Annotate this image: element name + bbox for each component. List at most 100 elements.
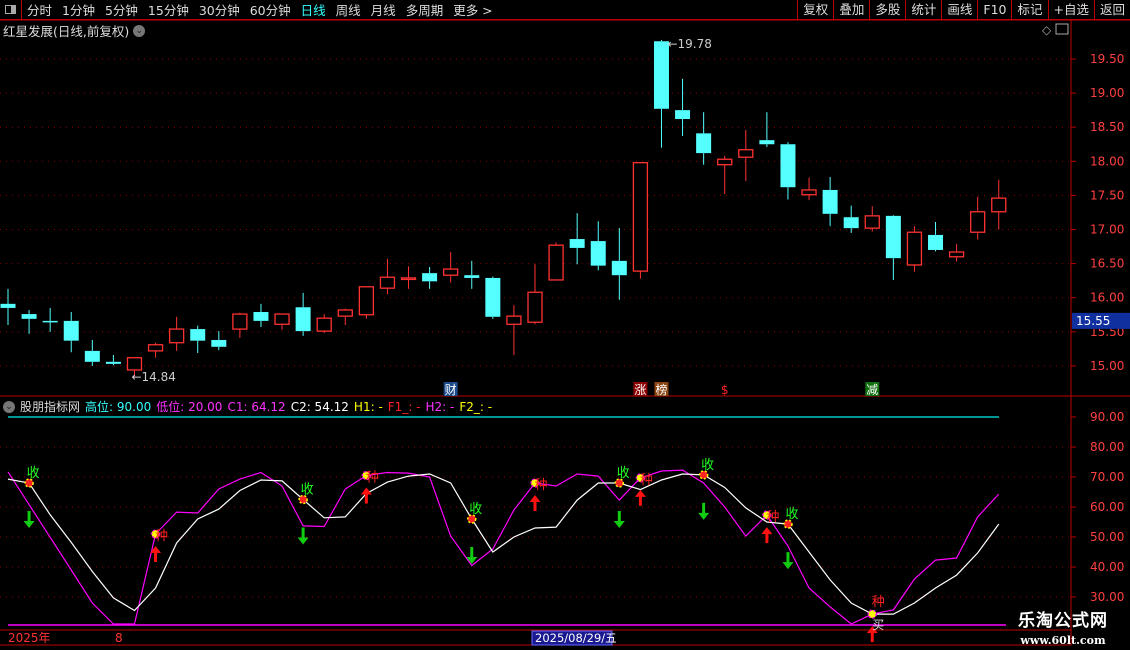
price-tick-label: 17.00 [1090,223,1124,237]
indicator-tick-label: 90.00 [1090,410,1124,424]
candle-body-down [105,361,121,364]
indicator-tick-label: 60.00 [1090,500,1124,514]
candle-body-down [822,189,838,214]
arrow-down-icon [297,527,309,545]
candle-body-down [611,260,627,276]
candle-body-down [422,273,438,282]
candle-body-down [295,307,311,332]
candle-body-down [42,320,58,323]
candle-body-up [801,189,817,196]
candle-body-up [232,313,248,330]
price-tick-label: 16.50 [1090,257,1124,271]
candle-body-down [569,239,585,248]
buy-signal-label: 种 [872,595,885,610]
indicator-tick-label: 70.00 [1090,470,1124,484]
candle-body-up [274,313,290,325]
indicator-tick-label: 50.00 [1090,530,1124,544]
candle-body-up [991,197,1007,213]
event-marker: 减 [866,383,878,397]
candle-body-up [970,211,986,233]
buy-signal-label: 种 [766,510,779,525]
event-marker: 榜 [655,382,667,397]
chart-canvas[interactable]: 19.50 19.00 18.50 18.00 17.50 17.00 16.50 16.00… [0,0,1130,650]
candle-body-down [759,140,775,145]
time-cursor-label: 2025/08/29/五 [535,631,617,645]
c1-line [7,469,1000,625]
event-marker: 涨 [634,382,646,397]
sell-signal-label: 收 [469,502,482,517]
price-tick-label: 18.50 [1090,120,1124,134]
candle-body-up [738,149,754,158]
arrow-down-icon [613,511,625,528]
time-axis-year: 2025年 [8,631,51,645]
candle-body-up [717,158,733,166]
low-price-annotation: ←14.84 [131,370,175,384]
candle-body-down [780,144,796,188]
candle-body-down [485,277,501,317]
buy-signal-label: 种 [534,478,547,493]
candle-body-up [379,276,396,289]
price-tick-label: 19.00 [1090,86,1124,100]
diamond-icon: ◇ [1042,23,1052,37]
candle-body-up [864,215,880,229]
buy-signal-label: 种 [640,473,653,488]
c2-line [7,473,1000,615]
arrow-up-icon [634,489,646,506]
candle-body-down [464,275,480,278]
buy-signal-label: 种 [366,471,379,486]
arrow-down-icon [23,511,35,528]
indicator-tick-label: 30.00 [1090,590,1124,604]
candle-body-up [168,328,185,344]
candle-body-down [590,241,606,266]
candle-body-up [906,231,923,266]
indicator-tick-label: 80.00 [1090,440,1124,454]
buy-extra-label: 买 [872,618,884,632]
arrow-up-icon [529,495,541,511]
candle-body-down [696,133,712,154]
buy-signal-dot [867,609,878,619]
candle-body-up [400,277,417,281]
candle-body-down [885,215,901,259]
candle-body-down [653,41,669,109]
sell-signal-label: 收 [301,483,314,498]
candle-body-up [443,268,459,276]
candle-body-up [316,317,332,332]
price-tick-label: 15.00 [1090,359,1124,373]
sell-signal-label: 收 [785,507,798,522]
candle-body-down [0,303,16,308]
event-marker: $ [721,383,729,397]
candle-body-down [253,312,269,321]
candle-body-up [506,315,522,325]
candle-body-up [948,251,965,258]
watermark-url: www.60lt.com [1020,634,1106,647]
candle-body-down [63,320,79,341]
current-price-label: 15.55 [1076,314,1110,328]
indicator-tick-label: 40.00 [1090,560,1124,574]
arrow-up-icon [761,527,773,544]
candle-body-up [126,357,143,371]
price-tick-label: 17.50 [1090,188,1124,202]
buy-signal-label: 种 [155,529,168,544]
sell-signal-label: 收 [27,466,40,481]
candle-body-down [928,234,944,250]
candle-body-up [548,244,564,281]
price-tick-label: 18.00 [1090,154,1124,168]
candle-body-up [147,344,164,352]
price-tick-label: 19.50 [1090,52,1124,66]
candle-body-up [632,162,649,272]
candle-body-down [21,314,37,319]
arrow-down-icon [466,547,478,564]
candle-body-down [211,339,227,347]
candle-body-up [358,286,375,316]
arrow-down-icon [698,502,710,520]
sell-signal-label: 收 [617,466,630,481]
candle-body-up [527,291,543,323]
price-tick-label: 16.00 [1090,291,1124,305]
candle-body-down [190,329,206,341]
candle-body-up [337,309,353,317]
candle-body-down [84,350,100,362]
candle-body-down [843,217,859,229]
arrow-up-icon [360,487,372,504]
event-marker: 财 [445,383,457,397]
sell-signal-label: 收 [701,458,714,473]
